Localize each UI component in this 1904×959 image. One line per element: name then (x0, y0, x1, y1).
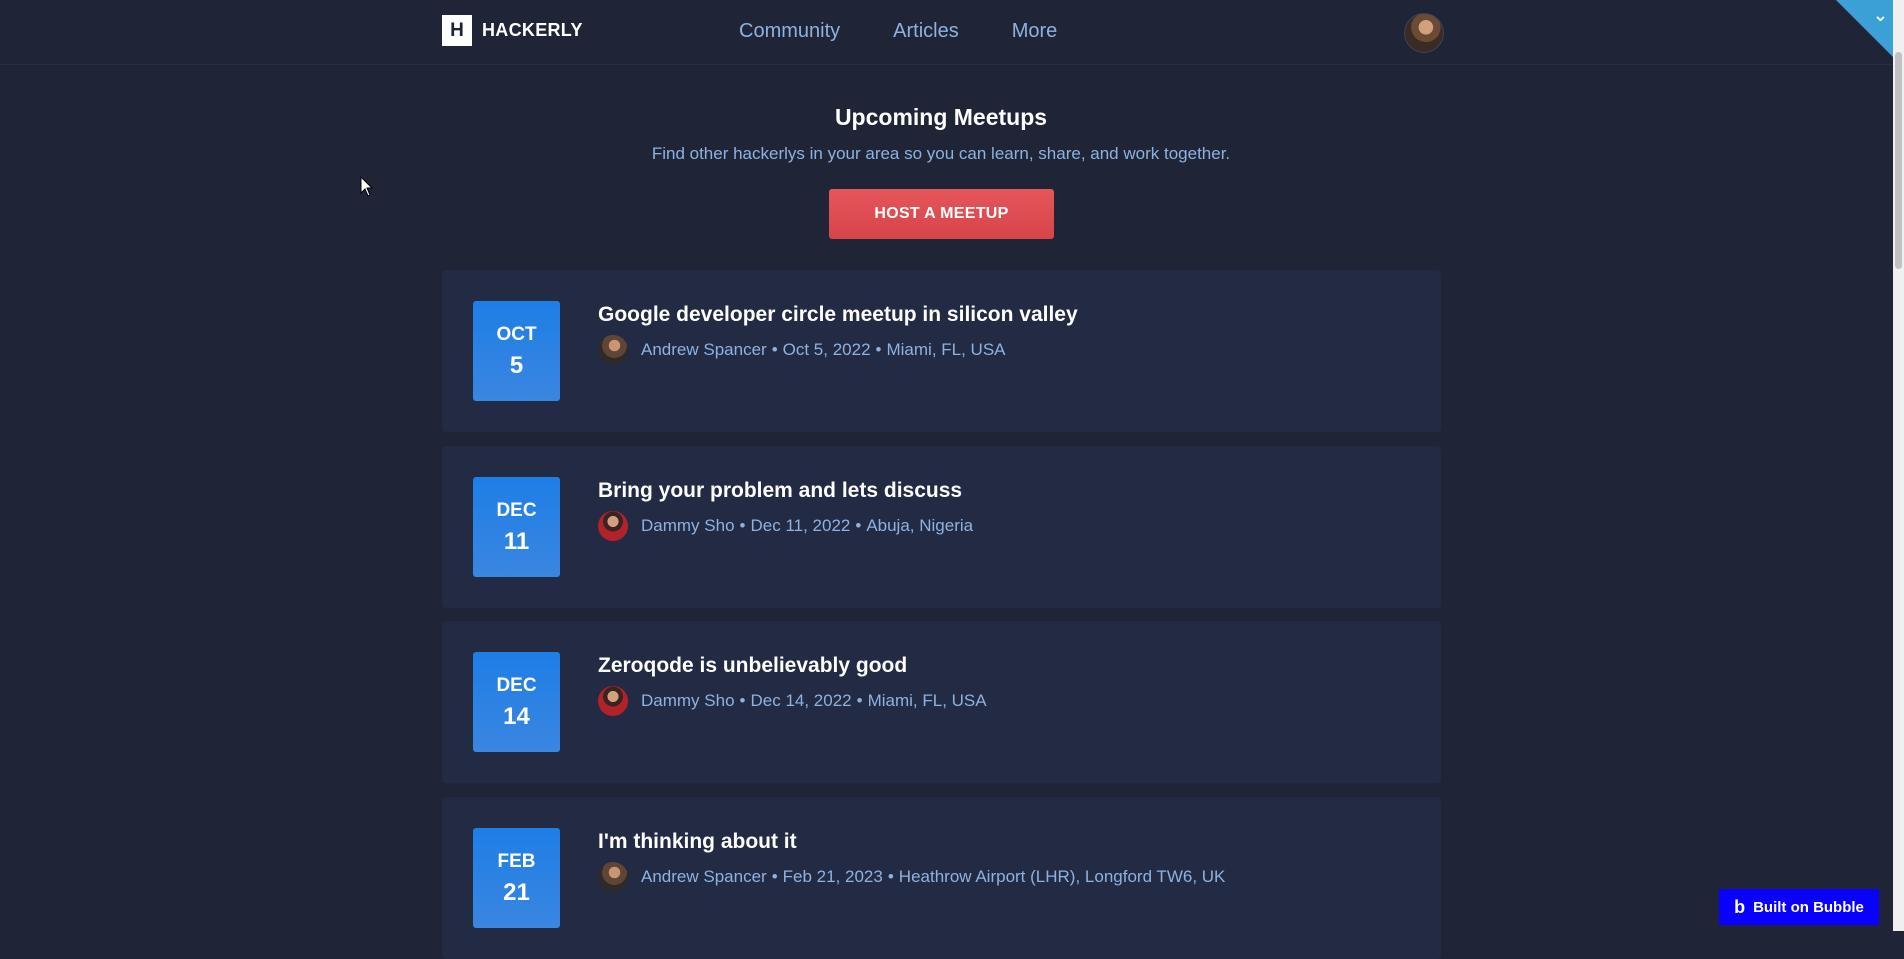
separator-dot: • (771, 340, 778, 359)
author-name: Andrew Spancer (641, 340, 767, 359)
logo[interactable]: H HACKERLY (442, 15, 583, 46)
author-avatar (598, 335, 628, 365)
meetup-date: Oct 5, 2022 (782, 340, 871, 359)
chevron-down-icon[interactable]: ⌄ (1873, 5, 1888, 26)
meetup-card[interactable]: FEB 21 I'm thinking about it Andrew Span… (442, 797, 1441, 959)
nav-more[interactable]: More (1012, 20, 1058, 43)
date-day: 5 (509, 352, 524, 379)
host-meetup-button[interactable]: HOST A MEETUP (829, 189, 1054, 239)
meetup-location: Miami, FL, USA (867, 691, 987, 710)
meetup-location: Abuja, Nigeria (866, 516, 974, 535)
author-avatar (598, 686, 628, 716)
nav-community[interactable]: Community (739, 20, 840, 43)
badge-label: Built on Bubble (1753, 898, 1864, 916)
meetup-title[interactable]: I'm thinking about it (598, 830, 797, 854)
page-scrollbar[interactable] (1893, 0, 1904, 931)
meetup-meta: Dammy Sho • Dec 14, 2022 • Miami, FL, US… (598, 686, 987, 716)
author-avatar (598, 511, 628, 541)
date-month: DEC (496, 675, 537, 696)
bubble-logo-icon: b (1734, 896, 1746, 917)
date-month: OCT (496, 324, 537, 345)
meetup-card[interactable]: DEC 14 Zeroqode is unbelievably good Dam… (442, 621, 1441, 783)
author-name: Andrew Spancer (641, 867, 767, 886)
meetup-title[interactable]: Google developer circle meetup in silico… (598, 303, 1078, 327)
top-header: H HACKERLY Community Articles More (0, 0, 1893, 65)
date-month: FEB (497, 851, 536, 872)
nav-articles[interactable]: Articles (893, 20, 959, 43)
meetup-date: Dec 11, 2022 (750, 516, 851, 535)
date-day: 21 (503, 879, 530, 906)
meetup-card[interactable]: DEC 11 Bring your problem and lets discu… (442, 446, 1441, 608)
date-month: DEC (496, 500, 537, 521)
logo-mark: H (442, 15, 472, 46)
date-badge: DEC 14 (473, 652, 560, 752)
separator-dot: • (856, 691, 863, 710)
meetup-date: Dec 14, 2022 (750, 691, 852, 710)
separator-dot: • (739, 691, 746, 710)
author-name: Dammy Sho (641, 516, 735, 535)
date-day: 14 (503, 703, 530, 730)
meetup-title[interactable]: Zeroqode is unbelievably good (598, 654, 907, 678)
meetup-meta: Dammy Sho • Dec 11, 2022 • Abuja, Nigeri… (598, 511, 973, 541)
author-avatar (598, 862, 628, 892)
meetup-title[interactable]: Bring your problem and lets discuss (598, 479, 962, 503)
author-name: Dammy Sho (641, 691, 735, 710)
meetup-card[interactable]: OCT 5 Google developer circle meetup in … (442, 270, 1441, 432)
meetup-meta: Andrew Spancer • Oct 5, 2022 • Miami, FL… (598, 335, 1006, 365)
date-badge: FEB 21 (473, 828, 560, 928)
date-day: 11 (503, 528, 530, 555)
separator-dot: • (855, 516, 862, 535)
meetup-date: Feb 21, 2023 (782, 867, 883, 886)
meetup-meta: Andrew Spancer • Feb 21, 2023 • Heathrow… (598, 862, 1225, 892)
page-title: Upcoming Meetups (834, 104, 1048, 130)
separator-dot: • (875, 340, 882, 359)
scrollbar-thumb[interactable] (1895, 52, 1902, 269)
built-on-bubble-badge[interactable]: b Built on Bubble (1719, 889, 1879, 925)
mouse-cursor-icon (360, 176, 374, 197)
main-nav: Community Articles More (739, 20, 1110, 43)
date-badge: DEC 11 (473, 477, 560, 577)
user-avatar[interactable] (1404, 13, 1444, 53)
logo-text: HACKERLY (482, 20, 583, 40)
meetup-location: Heathrow Airport (LHR), Longford TW6, UK (898, 867, 1226, 886)
meetup-location: Miami, FL, USA (886, 340, 1006, 359)
separator-dot: • (739, 516, 746, 535)
separator-dot: • (887, 867, 894, 886)
separator-dot: • (771, 867, 778, 886)
page-subtitle: Find other hackerlys in your area so you… (651, 144, 1231, 163)
date-badge: OCT 5 (473, 301, 560, 401)
